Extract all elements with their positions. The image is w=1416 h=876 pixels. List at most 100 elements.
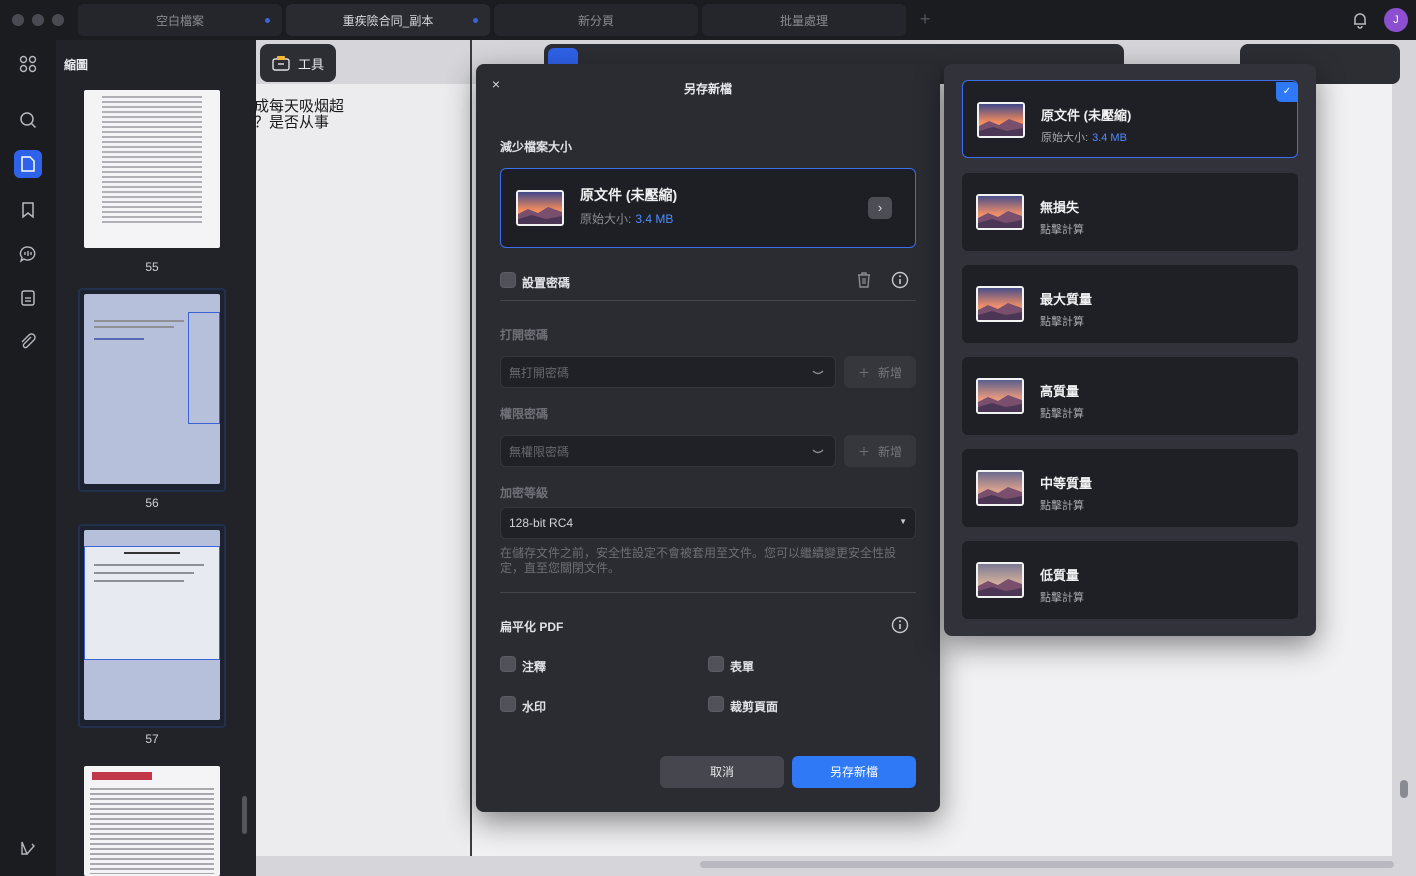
add-open-password-button[interactable]: ＋ 新增 xyxy=(844,356,916,388)
page-thumbnail-57[interactable] xyxy=(84,530,220,720)
encryption-level-value: 128-bit RC4 xyxy=(509,516,574,530)
image-thumbnail-icon xyxy=(976,470,1024,506)
compression-option[interactable]: 高質量 點擊計算 xyxy=(962,357,1298,435)
flatten-annotations-checkbox[interactable] xyxy=(500,656,516,672)
horizontal-scrollbar[interactable] xyxy=(700,861,1394,868)
compression-option[interactable]: 原文件 (未壓縮) 原始大小: 3.4 MB xyxy=(962,80,1298,158)
chevron-down-icon xyxy=(811,365,825,379)
info-icon[interactable] xyxy=(890,615,910,635)
thumbnail-line xyxy=(94,572,194,574)
option-title: 無損失 xyxy=(1040,200,1080,215)
image-thumbnail-icon xyxy=(976,378,1024,414)
search-icon[interactable] xyxy=(14,106,42,134)
apps-grid-icon[interactable] xyxy=(14,50,42,78)
tab-blank-file[interactable]: 空白檔案 xyxy=(78,4,282,36)
vertical-scrollbar[interactable] xyxy=(1400,780,1408,798)
tab-new-tab[interactable]: 新分頁 xyxy=(494,4,698,36)
comment-icon[interactable] xyxy=(14,240,42,268)
add-label: 新增 xyxy=(878,365,903,380)
flatten-crop-checkbox[interactable] xyxy=(708,696,724,712)
save-as-button[interactable]: 另存新檔 xyxy=(792,756,916,788)
add-permission-password-button[interactable]: ＋ 新增 xyxy=(844,435,916,467)
thumbnail-text-block xyxy=(102,96,202,226)
compression-option[interactable]: 最大質量 點擊計算 xyxy=(962,265,1298,343)
unsaved-dot xyxy=(265,18,270,23)
thumbnail-line xyxy=(94,320,184,322)
thumbnail-line xyxy=(94,338,144,340)
image-thumbnail-icon xyxy=(976,194,1024,230)
option-title: 原文件 (未壓縮) xyxy=(1041,108,1132,123)
tools-label: 工具 xyxy=(297,56,324,72)
open-password-select[interactable]: 無打開密碼 xyxy=(500,356,836,388)
thumbnails-icon[interactable] xyxy=(14,150,42,178)
chevron-right-icon[interactable]: › xyxy=(868,197,892,219)
tab-label: 新分頁 xyxy=(577,13,614,28)
image-thumbnail-icon xyxy=(976,286,1024,322)
permission-password-select[interactable]: 無權限密碼 xyxy=(500,435,836,467)
encryption-level-select[interactable]: 128-bit RC4 ▼ xyxy=(500,507,916,539)
close-window-button[interactable] xyxy=(12,14,24,26)
open-password-value: 無打開密碼 xyxy=(509,365,570,380)
flatten-crop-label: 裁剪頁面 xyxy=(730,700,779,714)
set-password-checkbox[interactable] xyxy=(500,272,516,288)
page-thumbnail-55[interactable] xyxy=(84,90,220,248)
sidebar-toggle-icon[interactable] xyxy=(14,834,42,862)
compression-option[interactable]: 低質量 點擊計算 xyxy=(962,541,1298,619)
option-subtitle: 點擊計算 xyxy=(1040,316,1084,328)
cancel-button[interactable]: 取消 xyxy=(660,756,784,788)
permission-password-label: 權限密碼 xyxy=(500,407,549,421)
tab-label: 重疾險合同_副本 xyxy=(342,13,434,28)
trash-icon[interactable] xyxy=(854,270,874,290)
minimize-window-button[interactable] xyxy=(32,14,44,26)
reduce-size-label: 減少檔案大小 xyxy=(500,140,573,154)
thumbnail-line xyxy=(94,580,184,582)
attachment-icon[interactable] xyxy=(14,328,42,356)
option-title: 低質量 xyxy=(1040,568,1080,583)
tools-button[interactable]: 工具 xyxy=(260,44,336,82)
zoom-window-button[interactable] xyxy=(52,14,64,26)
page-thumbnail-56[interactable] xyxy=(84,294,220,484)
tab-batch[interactable]: 批量處理 xyxy=(702,4,906,36)
option-title: 中等質量 xyxy=(1040,476,1093,491)
notification-bell-icon[interactable] xyxy=(1350,10,1370,30)
tab-contract-copy[interactable]: 重疾險合同_副本 xyxy=(286,4,490,36)
flatten-forms-label: 表單 xyxy=(730,660,755,674)
plus-icon: ＋ xyxy=(857,365,870,380)
info-icon[interactable] xyxy=(890,270,910,290)
compression-option[interactable]: 無損失 點擊計算 xyxy=(962,173,1298,251)
bookmark-icon[interactable] xyxy=(14,196,42,224)
form-icon[interactable] xyxy=(14,284,42,312)
option-title: 最大質量 xyxy=(1040,292,1093,307)
add-label: 新增 xyxy=(878,444,903,459)
divider xyxy=(500,300,916,301)
page-number: 55 xyxy=(145,260,159,274)
thumbnail-scrollbar[interactable] xyxy=(242,796,247,834)
document-text: 成每天吸烟超 ？是否从事 xyxy=(254,97,345,131)
new-tab-button[interactable]: + xyxy=(916,10,934,28)
flatten-forms-checkbox[interactable] xyxy=(708,656,724,672)
page-number: 56 xyxy=(145,496,159,510)
option-subtitle: 點擊計算 xyxy=(1040,408,1084,420)
page-divider xyxy=(470,40,472,856)
compression-title: 原文件 (未壓縮) xyxy=(580,187,678,203)
plus-icon: ＋ xyxy=(857,444,870,459)
flatten-watermark-checkbox[interactable] xyxy=(500,696,516,712)
option-title: 高質量 xyxy=(1040,384,1080,399)
thumbnail-logo xyxy=(92,772,152,780)
encryption-level-label: 加密等級 xyxy=(500,486,549,500)
set-password-label: 設置密碼 xyxy=(522,276,571,290)
flatten-annotations-label: 注釋 xyxy=(522,660,547,674)
compression-option[interactable]: 中等質量 點擊計算 xyxy=(962,449,1298,527)
unsaved-dot xyxy=(473,18,478,23)
dialog-title: 另存新檔 xyxy=(683,82,732,96)
thumbnail-highlight-box xyxy=(188,312,220,424)
option-subtitle: 點擊計算 xyxy=(1040,224,1084,236)
image-thumbnail-icon xyxy=(516,190,564,226)
thumbnail-line xyxy=(94,564,204,566)
option-subtitle: 原始大小: 3.4 MB xyxy=(1041,132,1127,144)
page-thumbnail-58[interactable] xyxy=(84,766,220,876)
chevron-down-icon xyxy=(811,444,825,458)
compression-original-size: 原始大小: 3.4 MB xyxy=(580,212,674,226)
flatten-pdf-label: 扁平化 PDF xyxy=(500,620,564,634)
avatar[interactable]: J xyxy=(1384,8,1408,32)
